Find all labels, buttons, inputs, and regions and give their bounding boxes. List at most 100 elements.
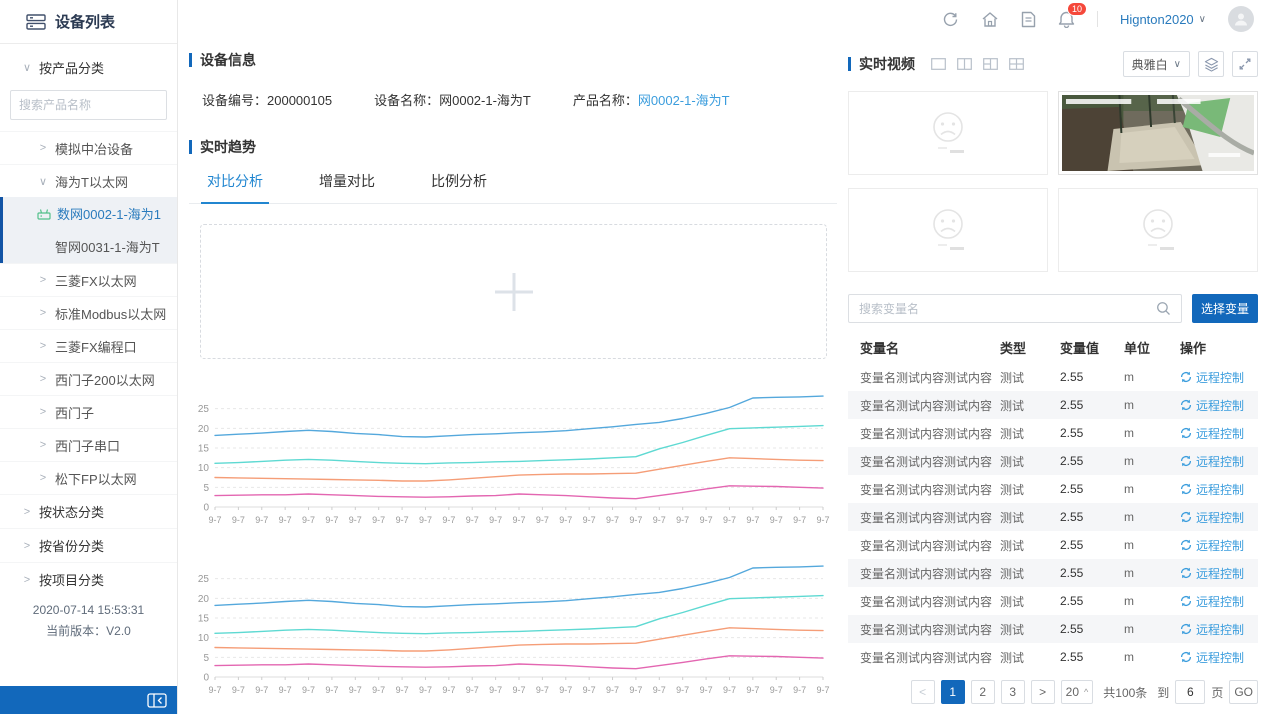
tree-item-西门子[interactable]: >西门子 bbox=[0, 395, 177, 428]
svg-text:9-7: 9-7 bbox=[325, 685, 338, 695]
remote-control-link[interactable]: 远程控制 bbox=[1180, 537, 1258, 554]
svg-text:15: 15 bbox=[198, 614, 210, 625]
collapse-sidebar-icon[interactable] bbox=[147, 693, 167, 708]
svg-text:9-7: 9-7 bbox=[396, 685, 409, 695]
svg-text:9-7: 9-7 bbox=[816, 685, 829, 695]
next-page-button[interactable]: > bbox=[1031, 680, 1055, 704]
remote-control-link[interactable]: 远程控制 bbox=[1180, 369, 1258, 386]
page-size-select[interactable]: 20 ^ bbox=[1061, 680, 1094, 704]
pagination: < 123 > 20 ^ 共100条 到 6 页 GO bbox=[848, 680, 1258, 704]
section-bar bbox=[189, 53, 192, 67]
add-variable-dropzone[interactable] bbox=[200, 224, 827, 359]
cell-unit: m bbox=[1124, 622, 1180, 636]
table-row: 变量名测试内容测试内容 测试 2.55 m 远程控制 bbox=[848, 587, 1258, 615]
tree-item-模拟中冶设备[interactable]: >模拟中冶设备 bbox=[0, 131, 177, 164]
theme-select[interactable]: 典雅白 ∨ bbox=[1123, 51, 1190, 77]
page-button-2[interactable]: 2 bbox=[971, 680, 995, 704]
fullscreen-button[interactable] bbox=[1232, 51, 1258, 77]
refresh-icon[interactable] bbox=[942, 11, 959, 28]
video-title: 实时视频 bbox=[859, 54, 915, 74]
remote-control-link[interactable]: 远程控制 bbox=[1180, 425, 1258, 442]
video-cell-empty[interactable] bbox=[848, 91, 1048, 175]
cell-type: 测试 bbox=[1000, 649, 1060, 666]
device-item-智网0031-1-海为T[interactable]: 智网0031-1-海为T bbox=[3, 230, 177, 263]
cell-value: 2.55 bbox=[1060, 622, 1124, 636]
svg-text:9-7: 9-7 bbox=[419, 685, 432, 695]
notifications[interactable]: 10 bbox=[1058, 10, 1075, 28]
remote-control-link[interactable]: 远程控制 bbox=[1180, 453, 1258, 470]
tab-ratio-analysis[interactable]: 比例分析 bbox=[431, 171, 487, 203]
tree-item-标准Modbus以太网[interactable]: >标准Modbus以太网 bbox=[0, 296, 177, 329]
tree-item-西门子串口[interactable]: >西门子串口 bbox=[0, 428, 177, 461]
no-video-placeholder-icon bbox=[916, 109, 980, 157]
cell-variable-name: 变量名测试内容测试内容 bbox=[848, 397, 1000, 414]
variable-search-input[interactable] bbox=[859, 302, 1156, 316]
avatar[interactable] bbox=[1228, 6, 1254, 32]
tree-item-三菱FX编程口[interactable]: >三菱FX编程口 bbox=[0, 329, 177, 362]
cell-variable-name: 变量名测试内容测试内容 bbox=[848, 649, 1000, 666]
svg-text:9-7: 9-7 bbox=[629, 685, 642, 695]
remote-control-link[interactable]: 远程控制 bbox=[1180, 565, 1258, 582]
remote-control-link[interactable]: 远程控制 bbox=[1180, 481, 1258, 498]
trend-chart-2: 05101520259-79-79-79-79-79-79-79-79-79-7… bbox=[189, 549, 837, 707]
sidebar-footer-bar bbox=[0, 686, 177, 714]
remote-control-link[interactable]: 远程控制 bbox=[1180, 397, 1258, 414]
product-name-link[interactable]: 网0002-1-海为T bbox=[638, 93, 730, 108]
remote-control-link[interactable]: 远程控制 bbox=[1180, 593, 1258, 610]
page-button-1[interactable]: 1 bbox=[941, 680, 965, 704]
layers-button[interactable] bbox=[1198, 51, 1224, 77]
table-row: 变量名测试内容测试内容 测试 2.55 m 远程控制 bbox=[848, 363, 1258, 391]
tree-item-松下FP以太网[interactable]: >松下FP以太网 bbox=[0, 461, 177, 494]
layout-4-icon[interactable] bbox=[1009, 58, 1024, 70]
svg-text:0: 0 bbox=[203, 673, 209, 684]
product-search-input[interactable] bbox=[19, 98, 174, 112]
tree-item-海为T以太网[interactable]: ∨海为T以太网 bbox=[0, 164, 177, 197]
svg-text:9-7: 9-7 bbox=[746, 685, 759, 695]
video-header: 实时视频 典雅白 ∨ bbox=[848, 50, 1258, 78]
svg-text:9-7: 9-7 bbox=[559, 685, 572, 695]
search-icon[interactable] bbox=[1156, 301, 1171, 316]
chevron-right-icon: > bbox=[38, 340, 48, 352]
select-variable-button[interactable]: 选择变量 bbox=[1192, 294, 1258, 323]
prev-page-button[interactable]: < bbox=[911, 680, 935, 704]
layers-icon bbox=[1204, 57, 1219, 72]
category-按项目分类[interactable]: >按项目分类 bbox=[0, 562, 177, 596]
tab-compare-analysis[interactable]: 对比分析 bbox=[207, 171, 263, 203]
document-icon[interactable] bbox=[1021, 11, 1036, 28]
video-cell-empty[interactable] bbox=[1058, 188, 1258, 272]
category-product[interactable]: ∨ 按产品分类 bbox=[0, 44, 177, 88]
svg-text:9-7: 9-7 bbox=[629, 515, 642, 525]
layout-3-icon[interactable] bbox=[983, 58, 998, 70]
svg-text:9-7: 9-7 bbox=[723, 515, 736, 525]
layout-1-icon[interactable] bbox=[931, 58, 946, 70]
category-按省份分类[interactable]: >按省份分类 bbox=[0, 528, 177, 562]
sidebar: 设备列表 ∨ 按产品分类 >模拟中冶设备∨海为T以太网数网0002-1-海为1智… bbox=[0, 0, 178, 714]
remote-control-icon bbox=[1180, 399, 1192, 411]
user-menu[interactable]: Hignton2020 ∨ bbox=[1120, 12, 1206, 27]
remote-control-link[interactable]: 远程控制 bbox=[1180, 649, 1258, 666]
jump-page-input[interactable]: 6 bbox=[1175, 680, 1205, 704]
layout-2-icon[interactable] bbox=[957, 58, 972, 70]
category-按状态分类[interactable]: >按状态分类 bbox=[0, 494, 177, 528]
chevron-right-icon: > bbox=[38, 373, 48, 385]
plus-icon bbox=[491, 269, 537, 315]
tab-increment-compare[interactable]: 增量对比 bbox=[319, 171, 375, 203]
device-item-数网0002-1-海为1[interactable]: 数网0002-1-海为1 bbox=[3, 197, 177, 230]
no-video-placeholder-icon bbox=[916, 206, 980, 254]
video-cell-empty[interactable] bbox=[848, 188, 1048, 272]
cell-variable-name: 变量名测试内容测试内容 bbox=[848, 425, 1000, 442]
home-icon[interactable] bbox=[981, 11, 999, 28]
tree-item-西门子200以太网[interactable]: >西门子200以太网 bbox=[0, 362, 177, 395]
chevron-right-icon: > bbox=[38, 439, 48, 451]
remote-control-link[interactable]: 远程控制 bbox=[1180, 621, 1258, 638]
remote-control-link[interactable]: 远程控制 bbox=[1180, 509, 1258, 526]
tree-item-三菱FX以太网[interactable]: >三菱FX以太网 bbox=[0, 263, 177, 296]
go-button[interactable]: GO bbox=[1229, 680, 1258, 704]
svg-text:9-7: 9-7 bbox=[232, 515, 245, 525]
video-cell-camera-feed[interactable] bbox=[1058, 91, 1258, 175]
col-variable-name: 变量名 bbox=[848, 338, 1000, 357]
col-action: 操作 bbox=[1180, 338, 1258, 357]
page-button-3[interactable]: 3 bbox=[1001, 680, 1025, 704]
svg-text:9-7: 9-7 bbox=[583, 515, 596, 525]
cell-value: 2.55 bbox=[1060, 454, 1124, 468]
